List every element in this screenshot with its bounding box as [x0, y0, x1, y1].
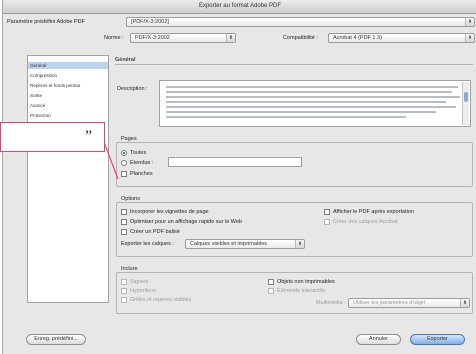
export-pdf-dialog: Exporter au format Adobe PDF Paramètre p…: [2, 0, 476, 354]
callout-pointer: [104, 141, 119, 180]
nonprinting-checkbox[interactable]: [268, 279, 274, 285]
acrobat-layers-label: Créer des calques Acrobat: [333, 219, 398, 225]
norm-value: PDF/X-3:2002: [135, 35, 170, 41]
view-after-label: Afficher le PDF après exportation: [333, 209, 414, 215]
chevron-updown-icon: ⬍: [226, 34, 235, 42]
preset-select[interactable]: [PDF/X-3:2002] ⬍: [126, 17, 475, 27]
sidebar-item-compression[interactable]: Compression: [30, 73, 57, 78]
category-list: Général Compression Repères et fonds per…: [27, 55, 109, 303]
guides-label: Grilles et repères visibles: [130, 297, 192, 303]
embed-thumbs-checkbox[interactable]: [121, 209, 127, 215]
radio-all-pages[interactable]: [121, 150, 127, 156]
compat-value: Acrobat 4 (PDF 1.3): [333, 35, 382, 41]
compat-select[interactable]: Acrobat 4 (PDF 1.3) ⬍: [328, 33, 475, 43]
export-layers-value: Calques visibles et imprimables: [190, 241, 268, 247]
dialog-title: Exporter au format Adobe PDF: [3, 0, 476, 14]
export-layers-label: Exporter les calques :: [121, 241, 174, 247]
section-title: Général: [115, 57, 136, 63]
nonprinting-label: Objets non imprimables: [277, 279, 335, 285]
description-scrollbar[interactable]: [462, 82, 469, 125]
cancel-button[interactable]: Annuler: [356, 334, 401, 345]
save-preset-button[interactable]: Enreg. prédéfini...: [26, 334, 86, 345]
guides-checkbox[interactable]: [121, 297, 127, 303]
bookmarks-label: Signets: [130, 279, 149, 285]
range-label: Etendue :: [130, 160, 154, 166]
interactive-checkbox[interactable]: [268, 288, 274, 294]
spreads-label: Planches: [130, 171, 153, 177]
optimize-web-checkbox[interactable]: [121, 219, 127, 225]
norm-select[interactable]: PDF/X-3:2002 ⬍: [130, 33, 236, 43]
embed-thumbs-label: Incorporer les vignettes de page: [130, 209, 209, 215]
description-label: Description :: [117, 86, 148, 92]
sidebar-item-advanced[interactable]: Avancé: [30, 103, 45, 108]
hyperlinks-checkbox[interactable]: [121, 288, 127, 294]
callout-quote: ”: [85, 128, 93, 145]
range-input[interactable]: [168, 157, 302, 167]
section-divider: [115, 64, 473, 65]
chevron-updown-icon: ⬍: [465, 18, 474, 26]
radio-range[interactable]: [121, 160, 127, 166]
spreads-checkbox[interactable]: [121, 171, 127, 177]
export-button[interactable]: Exporter: [410, 334, 465, 345]
preset-value: [PDF/X-3:2002]: [131, 19, 169, 25]
callout-box: ”: [0, 122, 105, 152]
interactive-label: Éléments interactifs: [277, 288, 325, 294]
chevron-updown-icon: ⬍: [295, 240, 304, 248]
tagged-pdf-label: Créer un PDF balisé: [130, 229, 180, 235]
description-textarea[interactable]: [159, 80, 471, 127]
export-layers-select[interactable]: Calques visibles et imprimables ⬍: [185, 239, 305, 249]
multimedia-value: Utiliser les paramètres d'objet: [353, 300, 426, 306]
optimize-web-label: Optimiser pour un affichage rapide sur l…: [130, 219, 242, 225]
sidebar-item-marks-bleeds[interactable]: Repères et fonds perdus: [30, 83, 80, 88]
all-pages-label: Toutes: [130, 150, 147, 156]
preset-label: Paramètre prédéfini Adobe PDF: [7, 19, 85, 25]
chevron-updown-icon: ⬍: [460, 299, 469, 307]
hyperlinks-label: Hyperliens: [130, 288, 156, 294]
multimedia-label: Multimédia :: [316, 300, 346, 306]
chevron-updown-icon: ⬍: [465, 34, 474, 42]
sidebar-item-general[interactable]: Général: [30, 63, 46, 68]
bookmarks-checkbox[interactable]: [121, 279, 127, 285]
acrobat-layers-checkbox[interactable]: [324, 219, 330, 225]
sidebar-item-output[interactable]: Sortie: [30, 93, 42, 98]
multimedia-select[interactable]: Utiliser les paramètres d'objet ⬍: [348, 298, 470, 308]
compat-label: Compatibilité :: [283, 35, 318, 41]
norm-label: Norme :: [104, 35, 124, 41]
view-after-checkbox[interactable]: [324, 209, 330, 215]
tagged-pdf-checkbox[interactable]: [121, 229, 127, 235]
sidebar-item-security[interactable]: Protection: [30, 113, 51, 118]
